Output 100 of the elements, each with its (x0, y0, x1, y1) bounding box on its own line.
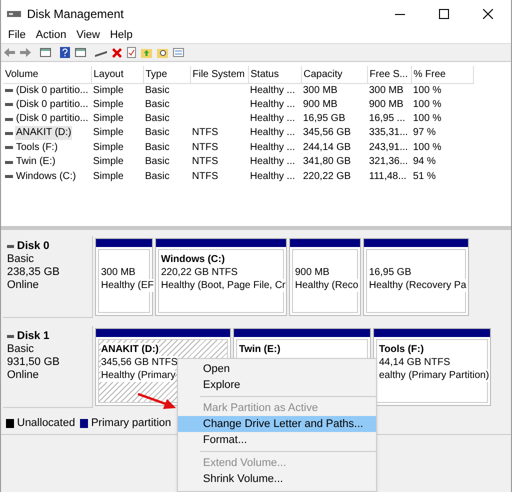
table-cell: 300 MB (303, 84, 338, 96)
window-icon[interactable] (75, 48, 86, 57)
disk-drive-icon (7, 9, 21, 19)
partition-info: 44,14 GB NTFS (379, 356, 450, 369)
table-cell: Healthy ... (250, 98, 296, 110)
drive-icon[interactable] (95, 48, 107, 56)
partition-block[interactable]: 16,95 GB Healthy (Recovery Pa (363, 238, 469, 316)
menu-item[interactable]: Shrink Volume... (178, 471, 376, 487)
table-cell: 900 MB (369, 98, 404, 110)
partition-header-bar (290, 239, 360, 247)
table-cell[interactable]: ANAKIT (D:) (15, 126, 72, 140)
table-cell[interactable]: (Disk 0 partitio... (15, 98, 90, 112)
column-header[interactable]: Capacity (304, 68, 342, 80)
partition-info: 220,22 GB NTFS (161, 266, 238, 279)
help-icon[interactable] (60, 47, 70, 58)
column-header[interactable]: Free S... (370, 68, 408, 80)
forward-arrow-icon[interactable] (20, 48, 31, 57)
partition-info: ealthy (Primary Partition) (379, 369, 490, 382)
close-icon[interactable] (483, 9, 493, 19)
disk-size: 931,50 GB (7, 356, 61, 369)
folder-search-icon[interactable] (157, 47, 168, 58)
partition-info: Healthy (Recovery Pa (369, 279, 466, 292)
folder-up-icon[interactable] (141, 47, 152, 58)
menu-item[interactable]: File (3, 27, 31, 44)
table-cell: NTFS (192, 142, 218, 153)
table-cell: 94 % (413, 156, 436, 168)
volume-icon (5, 89, 13, 92)
table-cell: Simple (93, 127, 124, 138)
legend-label: Primary partition (91, 416, 172, 431)
table-cell: 100 % (413, 84, 442, 96)
table-cell: NTFS (192, 156, 218, 168)
delete-icon[interactable] (112, 48, 122, 58)
back-arrow-icon[interactable] (4, 48, 15, 57)
table-cell: 345,56 GB (303, 127, 351, 138)
table-cell: 100 % (413, 113, 442, 124)
table-cell: Basic (145, 170, 170, 182)
table-cell: 900 MB (303, 98, 338, 110)
menu-item[interactable]: Action (30, 27, 72, 44)
volume-icon (5, 146, 13, 150)
pointer-arrow (136, 392, 176, 410)
partition-info: 345,56 GB NTFS (101, 356, 178, 369)
table-cell: Healthy ... (250, 113, 296, 124)
table-cell: 244,14 GB (303, 142, 351, 153)
table-cell: Simple (93, 142, 124, 153)
column-header[interactable]: Status (250, 68, 279, 80)
partition-block[interactable]: Tools (F:) 44,14 GB NTFS ealthy (Primary Partition) (373, 328, 491, 406)
partition-info: Healthy (EF (101, 279, 154, 292)
table-cell: Basic (145, 142, 170, 153)
partition-block[interactable]: 300 MB Healthy (EF (95, 238, 153, 316)
table-cell[interactable]: Tools (F:) (15, 140, 59, 155)
table-cell[interactable]: (Disk 0 partitio... (15, 112, 90, 126)
volume-icon (5, 132, 13, 135)
table-cell: 16,95 GB (303, 113, 346, 124)
table-cell: 51 % (413, 170, 436, 182)
column-header[interactable]: Volume (5, 68, 38, 80)
window-icon[interactable] (40, 48, 51, 57)
partition-info: Healthy (Boot, Page File, Cr (161, 279, 286, 292)
partition-info: Healthy (Reco (295, 279, 358, 292)
partition-info: Healthy (Primary (101, 369, 176, 382)
volume-icon (5, 160, 13, 164)
table-cell: Healthy ... (250, 84, 296, 96)
table-cell: 220,22 GB (303, 170, 351, 182)
volume-icon (5, 103, 13, 106)
partition-info: 16,95 GB (369, 266, 412, 279)
table-cell: Simple (93, 113, 124, 124)
partition-block[interactable]: 900 MB Healthy (Reco (289, 238, 361, 316)
table-cell: Healthy ... (250, 127, 296, 138)
menu-item[interactable]: Format... (178, 432, 376, 448)
column-header[interactable]: Layout (94, 68, 124, 80)
table-cell: 300 MB (369, 84, 404, 96)
table-cell: Simple (93, 156, 124, 168)
volume-icon (5, 175, 13, 178)
table-cell: 100 % (413, 98, 442, 110)
table-cell: 321,36... (369, 156, 408, 168)
menu-item[interactable]: Help (104, 27, 138, 44)
column-header[interactable]: File System (192, 68, 245, 80)
partition-header-bar (96, 239, 152, 247)
table-cell: 16,95 ... (369, 113, 406, 124)
table-cell[interactable]: (Disk 0 partitio... (15, 84, 90, 98)
legend-label: Unallocated (17, 416, 76, 431)
disk-status: Online (7, 369, 40, 382)
table-cell: 243,91... (369, 142, 408, 153)
disk-type: Basic (7, 253, 35, 266)
table-cell: 100 % (413, 142, 442, 153)
column-header[interactable]: % Free (414, 68, 446, 80)
partition-title: Tools (F:) (379, 343, 424, 356)
checklist-icon[interactable] (127, 47, 136, 58)
volume-icon (5, 118, 13, 121)
column-header[interactable]: Type (146, 68, 168, 80)
table-cell[interactable]: Windows (C:) (15, 170, 78, 184)
menu-item[interactable]: View (71, 27, 105, 44)
maximize-icon[interactable] (439, 9, 449, 19)
table-cell: Simple (93, 98, 124, 110)
table-cell: Basic (145, 127, 170, 138)
table-cell: Basic (145, 84, 170, 96)
list-icon[interactable] (173, 48, 184, 57)
partition-block[interactable]: Windows (C:) 220,22 GB NTFS Healthy (Boot, Page File, Cr (155, 238, 287, 316)
table-cell[interactable]: Twin (E:) (15, 155, 56, 170)
menu-item[interactable]: Change Drive Letter and Paths... (178, 416, 376, 432)
table-cell: NTFS (192, 170, 218, 182)
